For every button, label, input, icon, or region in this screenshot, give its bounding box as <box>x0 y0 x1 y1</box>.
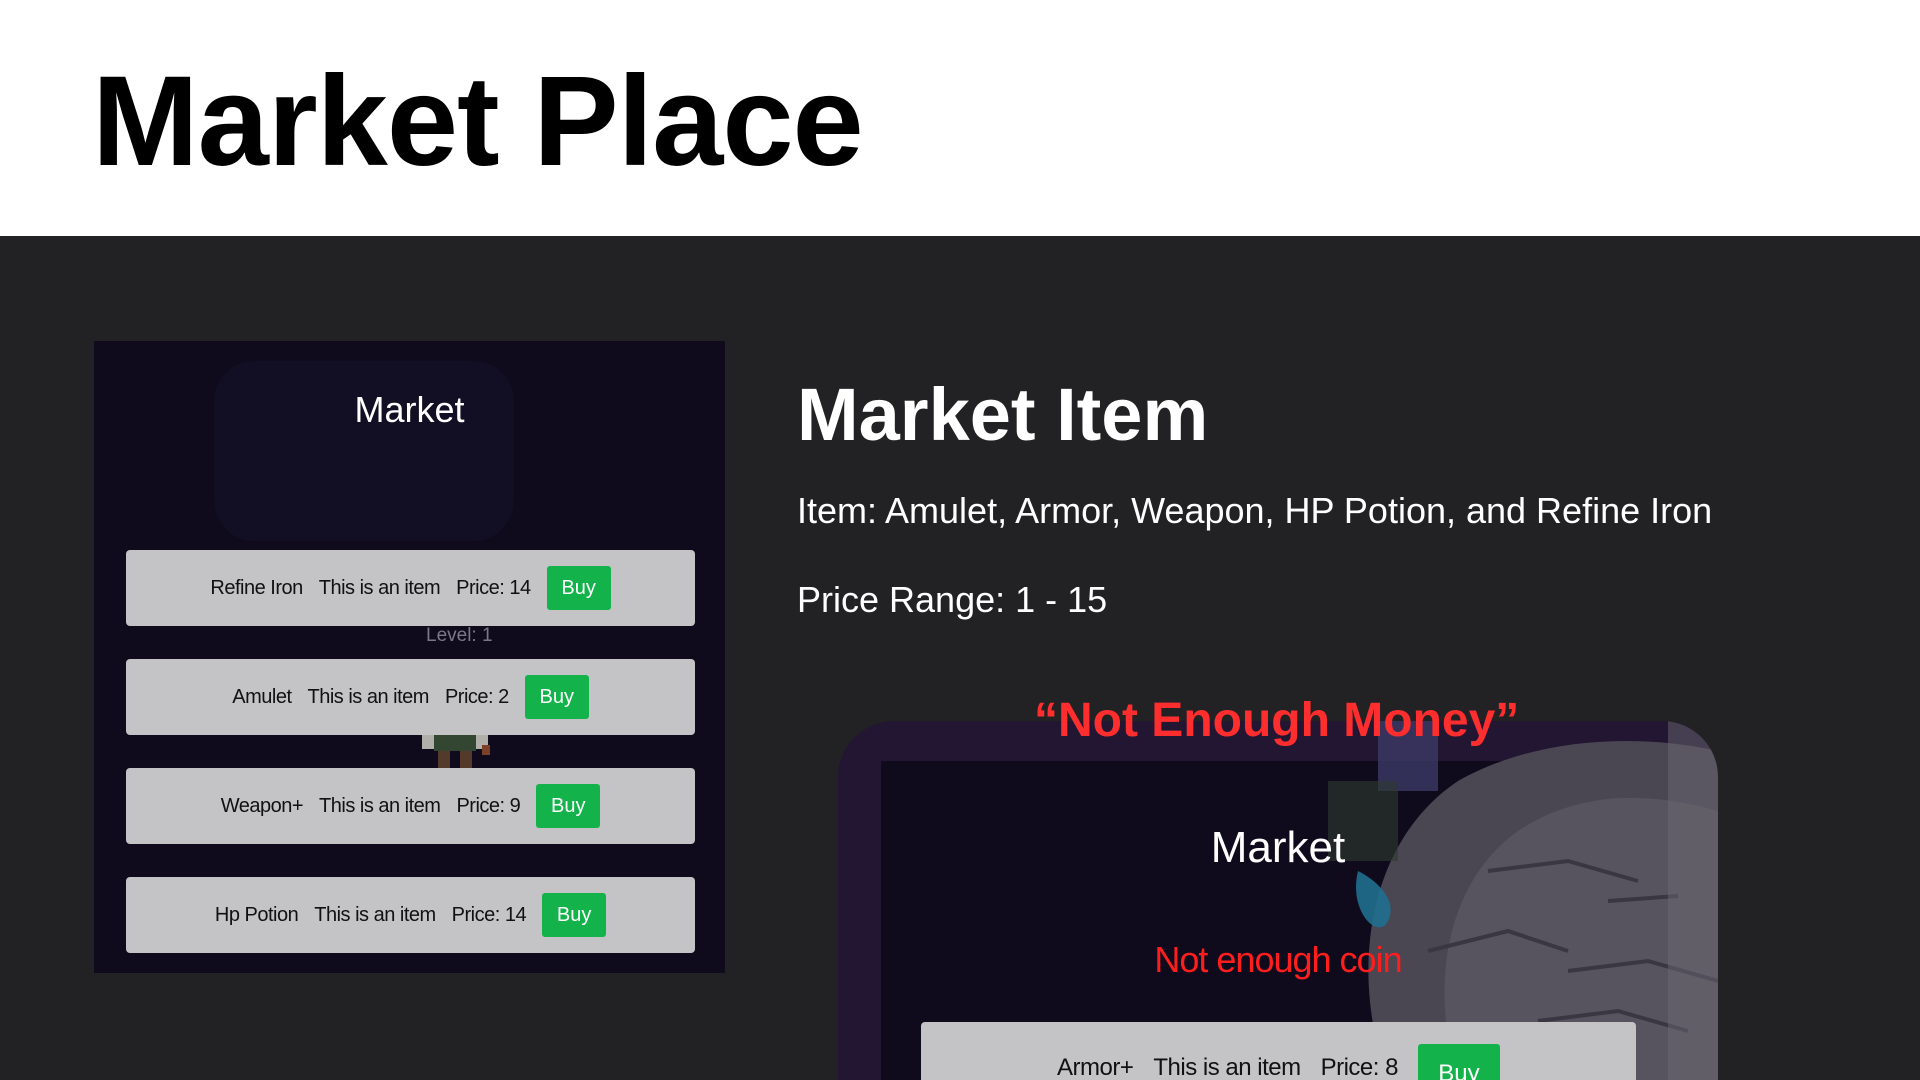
item-name: Refine Iron <box>210 576 303 599</box>
panel-background-texture <box>214 361 514 541</box>
item-list-text: Item: Amulet, Armor, Weapon, HP Potion, … <box>797 490 1713 531</box>
item-name: Amulet <box>232 685 292 708</box>
buy-button[interactable]: Buy <box>1417 1044 1500 1080</box>
page-title: Market Place <box>92 50 864 193</box>
level-label: Level: 1 <box>426 625 493 646</box>
item-price: Price: 14 <box>456 576 531 599</box>
item-description: This is an item <box>318 576 441 599</box>
item-name: Armor+ <box>1057 1054 1134 1080</box>
market-item-row: Refine Iron This is an item Price: 14 Bu… <box>126 550 695 626</box>
buy-button[interactable]: Buy <box>536 784 601 828</box>
header: Market Place <box>0 0 1920 236</box>
error-market-heading: Market <box>1210 823 1346 872</box>
market-item-row: Armor+ This is an item Price: 8 Buy <box>921 1022 1636 1080</box>
market-heading: Market <box>354 389 465 430</box>
item-description: This is an item <box>1153 1054 1301 1080</box>
item-description: This is an item <box>319 794 441 817</box>
item-name: Hp Potion <box>214 903 299 926</box>
item-price: Price: 9 <box>456 794 521 817</box>
market-panel: Market Level: 1 Refine Iron This is an i… <box>94 341 725 973</box>
buy-button[interactable]: Buy <box>546 566 611 610</box>
error-screenshot: Market Not enough coin Armor+ This is an… <box>838 721 1718 1080</box>
item-name: Weapon+ <box>220 794 304 817</box>
price-range-text: Price Range: 1 - 15 <box>797 579 1108 620</box>
market-item-row: Hp Potion This is an item Price: 14 Buy <box>126 877 695 953</box>
market-item-title: Market Item <box>797 373 1209 456</box>
item-price: Price: 14 <box>451 903 527 926</box>
item-description: This is an item <box>307 685 430 708</box>
market-item-row: Weapon+ This is an item Price: 9 Buy <box>126 768 695 844</box>
market-item-row: Amulet This is an item Price: 2 Buy <box>126 659 695 735</box>
error-caption: “Not Enough Money” <box>1034 694 1520 747</box>
buy-button[interactable]: Buy <box>542 893 607 937</box>
item-price: Price: 8 <box>1320 1054 1399 1080</box>
item-price: Price: 2 <box>444 685 509 708</box>
item-description: This is an item <box>314 903 436 926</box>
buy-button[interactable]: Buy <box>524 675 589 719</box>
not-enough-coin-message: Not enough coin <box>1154 939 1402 980</box>
